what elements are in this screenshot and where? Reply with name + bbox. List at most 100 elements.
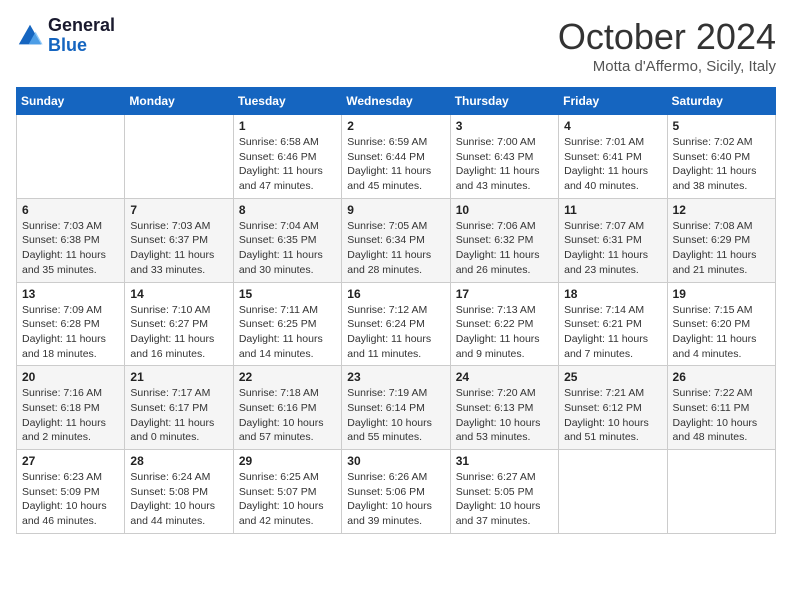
day-detail: Sunrise: 7:01 AMSunset: 6:41 PMDaylight:… <box>564 135 661 194</box>
day-number: 17 <box>456 287 553 301</box>
calendar-cell: 21 Sunrise: 7:17 AMSunset: 6:17 PMDayligh… <box>125 366 233 450</box>
day-number: 15 <box>239 287 336 301</box>
weekday-header: Tuesday <box>233 88 341 115</box>
day-number: 12 <box>673 203 770 217</box>
day-number: 30 <box>347 454 444 468</box>
day-detail: Sunrise: 7:03 AMSunset: 6:37 PMDaylight:… <box>130 219 227 278</box>
calendar-cell <box>559 450 667 534</box>
calendar-cell <box>125 115 233 199</box>
day-detail: Sunrise: 6:58 AMSunset: 6:46 PMDaylight:… <box>239 135 336 194</box>
day-number: 31 <box>456 454 553 468</box>
calendar-cell: 31 Sunrise: 6:27 AMSunset: 5:05 PMDayligh… <box>450 450 558 534</box>
calendar-cell: 20 Sunrise: 7:16 AMSunset: 6:18 PMDayligh… <box>17 366 125 450</box>
calendar-cell: 8 Sunrise: 7:04 AMSunset: 6:35 PMDaylight… <box>233 198 341 282</box>
calendar-cell: 28 Sunrise: 6:24 AMSunset: 5:08 PMDayligh… <box>125 450 233 534</box>
calendar-cell: 25 Sunrise: 7:21 AMSunset: 6:12 PMDayligh… <box>559 366 667 450</box>
day-number: 22 <box>239 370 336 384</box>
day-number: 2 <box>347 119 444 133</box>
day-detail: Sunrise: 7:15 AMSunset: 6:20 PMDaylight:… <box>673 303 770 362</box>
calendar-cell: 5 Sunrise: 7:02 AMSunset: 6:40 PMDaylight… <box>667 115 775 199</box>
day-number: 10 <box>456 203 553 217</box>
day-detail: Sunrise: 7:10 AMSunset: 6:27 PMDaylight:… <box>130 303 227 362</box>
calendar-cell: 14 Sunrise: 7:10 AMSunset: 6:27 PMDayligh… <box>125 282 233 366</box>
day-number: 8 <box>239 203 336 217</box>
weekday-header: Saturday <box>667 88 775 115</box>
day-number: 4 <box>564 119 661 133</box>
weekday-header: Friday <box>559 88 667 115</box>
day-detail: Sunrise: 7:09 AMSunset: 6:28 PMDaylight:… <box>22 303 119 362</box>
logo: General Blue <box>16 16 115 56</box>
location-title: Motta d'Affermo, Sicily, Italy <box>558 58 776 75</box>
day-number: 28 <box>130 454 227 468</box>
day-detail: Sunrise: 6:27 AMSunset: 5:05 PMDaylight:… <box>456 470 553 529</box>
calendar-cell <box>17 115 125 199</box>
day-detail: Sunrise: 7:16 AMSunset: 6:18 PMDaylight:… <box>22 386 119 445</box>
calendar-cell <box>667 450 775 534</box>
day-detail: Sunrise: 7:08 AMSunset: 6:29 PMDaylight:… <box>673 219 770 278</box>
day-number: 5 <box>673 119 770 133</box>
day-detail: Sunrise: 7:00 AMSunset: 6:43 PMDaylight:… <box>456 135 553 194</box>
day-detail: Sunrise: 7:03 AMSunset: 6:38 PMDaylight:… <box>22 219 119 278</box>
calendar-week-row: 13 Sunrise: 7:09 AMSunset: 6:28 PMDayligh… <box>17 282 776 366</box>
calendar-table: SundayMondayTuesdayWednesdayThursdayFrid… <box>16 87 776 534</box>
calendar-cell: 2 Sunrise: 6:59 AMSunset: 6:44 PMDaylight… <box>342 115 450 199</box>
calendar-cell: 24 Sunrise: 7:20 AMSunset: 6:13 PMDayligh… <box>450 366 558 450</box>
day-detail: Sunrise: 7:12 AMSunset: 6:24 PMDaylight:… <box>347 303 444 362</box>
day-detail: Sunrise: 7:13 AMSunset: 6:22 PMDaylight:… <box>456 303 553 362</box>
calendar-week-row: 1Sunrise: 6:58 AMSunset: 6:46 PMDaylight… <box>17 115 776 199</box>
day-detail: Sunrise: 6:59 AMSunset: 6:44 PMDaylight:… <box>347 135 444 194</box>
day-number: 14 <box>130 287 227 301</box>
calendar-cell: 16Sunrise: 7:12 AMSunset: 6:24 PMDayligh… <box>342 282 450 366</box>
day-number: 7 <box>130 203 227 217</box>
day-detail: Sunrise: 7:14 AMSunset: 6:21 PMDaylight:… <box>564 303 661 362</box>
calendar-cell: 17 Sunrise: 7:13 AMSunset: 6:22 PMDayligh… <box>450 282 558 366</box>
day-number: 23 <box>347 370 444 384</box>
day-number: 21 <box>130 370 227 384</box>
calendar-cell: 13 Sunrise: 7:09 AMSunset: 6:28 PMDayligh… <box>17 282 125 366</box>
calendar-cell: 10Sunrise: 7:06 AMSunset: 6:32 PMDayligh… <box>450 198 558 282</box>
calendar-cell: 27 Sunrise: 6:23 AMSunset: 5:09 PMDayligh… <box>17 450 125 534</box>
day-detail: Sunrise: 7:02 AMSunset: 6:40 PMDaylight:… <box>673 135 770 194</box>
day-detail: Sunrise: 6:23 AMSunset: 5:09 PMDaylight:… <box>22 470 119 529</box>
day-detail: Sunrise: 7:07 AMSunset: 6:31 PMDaylight:… <box>564 219 661 278</box>
calendar-cell: 1Sunrise: 6:58 AMSunset: 6:46 PMDaylight… <box>233 115 341 199</box>
day-number: 6 <box>22 203 119 217</box>
day-detail: Sunrise: 6:24 AMSunset: 5:08 PMDaylight:… <box>130 470 227 529</box>
day-number: 18 <box>564 287 661 301</box>
logo-text: General Blue <box>48 16 115 56</box>
calendar-header-row: SundayMondayTuesdayWednesdayThursdayFrid… <box>17 88 776 115</box>
day-number: 27 <box>22 454 119 468</box>
page-header: General Blue October 2024 Motta d'Afferm… <box>16 16 776 75</box>
title-section: October 2024 Motta d'Affermo, Sicily, It… <box>558 16 776 75</box>
logo-general: General <box>48 16 115 36</box>
weekday-header: Wednesday <box>342 88 450 115</box>
day-detail: Sunrise: 7:11 AMSunset: 6:25 PMDaylight:… <box>239 303 336 362</box>
weekday-header: Thursday <box>450 88 558 115</box>
day-detail: Sunrise: 7:18 AMSunset: 6:16 PMDaylight:… <box>239 386 336 445</box>
day-number: 3 <box>456 119 553 133</box>
day-number: 13 <box>22 287 119 301</box>
calendar-cell: 6 Sunrise: 7:03 AMSunset: 6:38 PMDaylight… <box>17 198 125 282</box>
day-number: 11 <box>564 203 661 217</box>
logo-blue: Blue <box>48 36 115 56</box>
day-number: 20 <box>22 370 119 384</box>
day-number: 9 <box>347 203 444 217</box>
calendar-cell: 11 Sunrise: 7:07 AMSunset: 6:31 PMDayligh… <box>559 198 667 282</box>
day-number: 24 <box>456 370 553 384</box>
day-detail: Sunrise: 7:04 AMSunset: 6:35 PMDaylight:… <box>239 219 336 278</box>
month-title: October 2024 <box>558 16 776 58</box>
calendar-cell: 12 Sunrise: 7:08 AMSunset: 6:29 PMDayligh… <box>667 198 775 282</box>
calendar-cell: 22 Sunrise: 7:18 AMSunset: 6:16 PMDayligh… <box>233 366 341 450</box>
calendar-cell: 15 Sunrise: 7:11 AMSunset: 6:25 PMDayligh… <box>233 282 341 366</box>
calendar-week-row: 20 Sunrise: 7:16 AMSunset: 6:18 PMDayligh… <box>17 366 776 450</box>
calendar-cell: 30Sunrise: 6:26 AMSunset: 5:06 PMDayligh… <box>342 450 450 534</box>
day-number: 29 <box>239 454 336 468</box>
day-number: 25 <box>564 370 661 384</box>
calendar-cell: 26Sunrise: 7:22 AMSunset: 6:11 PMDayligh… <box>667 366 775 450</box>
calendar-week-row: 6 Sunrise: 7:03 AMSunset: 6:38 PMDaylight… <box>17 198 776 282</box>
day-detail: Sunrise: 7:21 AMSunset: 6:12 PMDaylight:… <box>564 386 661 445</box>
day-detail: Sunrise: 7:17 AMSunset: 6:17 PMDaylight:… <box>130 386 227 445</box>
logo-icon <box>16 22 44 50</box>
day-detail: Sunrise: 7:20 AMSunset: 6:13 PMDaylight:… <box>456 386 553 445</box>
day-number: 19 <box>673 287 770 301</box>
